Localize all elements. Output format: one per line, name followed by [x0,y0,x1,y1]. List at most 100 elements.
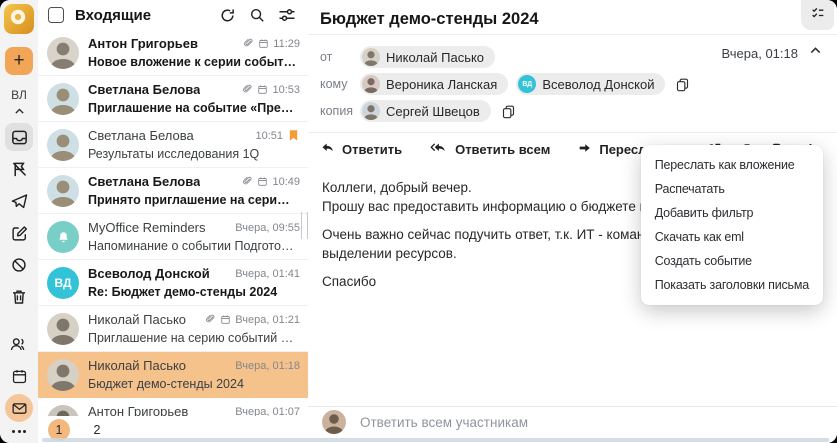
context-menu-item[interactable]: Добавить фильтр [641,201,823,225]
context-menu-item[interactable]: Переслать как вложение [641,153,823,177]
tasks-panel-tab[interactable] [801,0,834,30]
email-subject: Результаты исследования 1Q [88,147,260,161]
avatar [362,102,380,120]
email-time: Вчера, 01:21 [235,313,300,326]
message-meta: Вчера, 01:18 от Николай Пасько кому Веро… [308,35,837,133]
inbox-folder-icon[interactable] [5,123,33,151]
email-list-item[interactable]: MyOffice Reminders Вчера, 09:55 Напоминани… [38,214,308,260]
email-list-item[interactable]: Светлана Белова 10:51 Результаты исследова… [38,122,308,168]
email-row-top: Светлана Белова 10:51 [88,128,300,143]
context-menu-item[interactable]: Создать событие [641,249,823,273]
email-subject: Re: Бюджет демо-стенды 2024 [88,285,278,299]
cc-recipients: Сергей Швецов [360,100,516,122]
sent-folder-icon[interactable] [5,187,33,215]
reply-button[interactable]: Ответить [320,141,402,158]
trash-folder-icon[interactable] [5,283,33,311]
search-icon[interactable] [249,7,265,23]
app-icons [5,326,33,443]
copy-recipients-icon[interactable] [501,104,516,119]
email-list-item[interactable]: Николай Пасько Вчера, 01:21 Приглашение на… [38,306,308,352]
attachment-icon [205,314,216,325]
attachment-icon [243,38,254,49]
attachment-icon [242,84,253,95]
email-sender: Светлана Белова [88,82,201,97]
email-time: 10:53 [272,83,300,96]
reply-all-button[interactable]: Ответить всем [429,141,550,158]
from-recipients: Николай Пасько [360,46,496,68]
email-sender: Николай Пасько [88,312,187,327]
avatar [47,37,79,69]
email-list-item[interactable]: ВД Всеволод Донской Вчера, 01:41 Re: Бюджет… [38,260,308,306]
refresh-icon[interactable] [219,7,236,24]
recipient-name: Сергей Швецов [386,103,480,119]
context-menu-item[interactable]: Скачать как eml [641,225,823,249]
email-list-item[interactable]: Николай Пасько Вчера, 01:18 Бюджет демо-ст… [38,352,308,398]
email-list-item[interactable]: Светлана Белова 10:53 Приглашение на событ… [38,76,308,122]
select-all-checkbox[interactable] [48,7,64,23]
panel-resize-handle[interactable] [301,212,308,239]
compose-button[interactable]: + [5,47,33,75]
collapse-message-icon[interactable] [808,43,823,63]
context-menu: Переслать как вложение Распечатать Добавит… [640,145,823,305]
calendar-event-icon [220,314,231,325]
to-label: кому [320,77,348,91]
filter-icon[interactable] [278,6,296,24]
checklist-icon [810,5,826,26]
quick-reply-label: Ответить всем участникам [360,414,528,430]
reply-icon [320,141,335,158]
email-subject: Напоминание о событии Подготовить отчет.… [88,239,300,253]
context-menu-item[interactable]: Показать заголовки письма [641,273,823,297]
flag-removed-folder-icon[interactable] [5,155,33,183]
recipient-chip[interactable]: ВД Всеволод Донской [516,73,666,95]
calendar-event-icon [258,38,269,49]
avatar [322,410,346,434]
email-sender: Николай Пасько [88,358,187,373]
list-header: Входящие [38,0,308,30]
drafts-folder-icon[interactable] [5,219,33,247]
horizontal-scrollbar[interactable] [42,438,829,442]
context-menu-item[interactable]: Распечатать [641,177,823,201]
message-timestamp: Вчера, 01:18 [721,45,798,61]
recipient-chip[interactable]: Вероника Ланская [360,73,509,95]
contacts-app-icon[interactable] [5,330,33,358]
email-list-item[interactable]: Светлана Белова 10:49 Принято приглашение … [38,168,308,214]
recipient-name: Всеволод Донской [542,76,655,92]
forward-icon [577,141,592,158]
app-logo-icon[interactable] [4,4,34,34]
email-meta: Вчера, 09:55 [235,222,300,234]
email-meta: 11:29 [243,38,300,50]
email-row-top: Антон Григорьев 11:29 [88,36,300,51]
user-initials[interactable]: ВЛ [11,88,27,102]
quick-reply-avatar-slot [322,410,346,434]
avatar [47,221,79,253]
email-meta: 10:53 [242,84,300,96]
avatar [362,75,380,93]
email-time: Вчера, 09:55 [235,221,300,234]
recipient-chip[interactable]: Сергей Швецов [360,100,491,122]
email-subject: Приглашение на событие «Предварительно..… [88,101,300,115]
avatar [47,83,79,115]
quick-reply-bar[interactable]: Ответить всем участникам [308,406,837,437]
email-sender: Антон Григорьев [88,36,198,51]
folder-icons [5,119,33,311]
email-row-top: Светлана Белова 10:53 [88,82,300,97]
mail-app-icon[interactable] [5,394,33,422]
copy-recipients-icon[interactable] [675,77,690,92]
calendar-app-icon[interactable] [5,362,33,390]
to-recipients: Вероника Ланская ВД Всеволод Донской [360,73,690,95]
email-time: 10:51 [255,129,283,142]
calendar-event-icon [257,84,268,95]
email-subject: Бюджет демо-стенды 2024 [88,377,244,391]
collapse-rail-chevron-icon[interactable] [13,105,26,119]
recipient-chip[interactable]: Николай Пасько [360,46,496,68]
spam-folder-icon[interactable] [5,251,33,279]
email-meta: Вчера, 01:41 [235,268,300,280]
email-subject: Новое вложение к серии событий «Аналити.… [88,55,300,69]
email-sender: Светлана Белова [88,174,201,189]
email-row-top: Всеволод Донской Вчера, 01:41 [88,266,300,281]
avatar [47,359,79,391]
avatar [47,313,79,345]
more-apps-icon[interactable] [12,430,26,433]
email-list-item[interactable]: Антон Григорьев 11:29 Новое вложение к сер… [38,30,308,76]
app-window: + ВЛ Входящие Антон Григорьев 11:29 Ново… [0,0,837,443]
